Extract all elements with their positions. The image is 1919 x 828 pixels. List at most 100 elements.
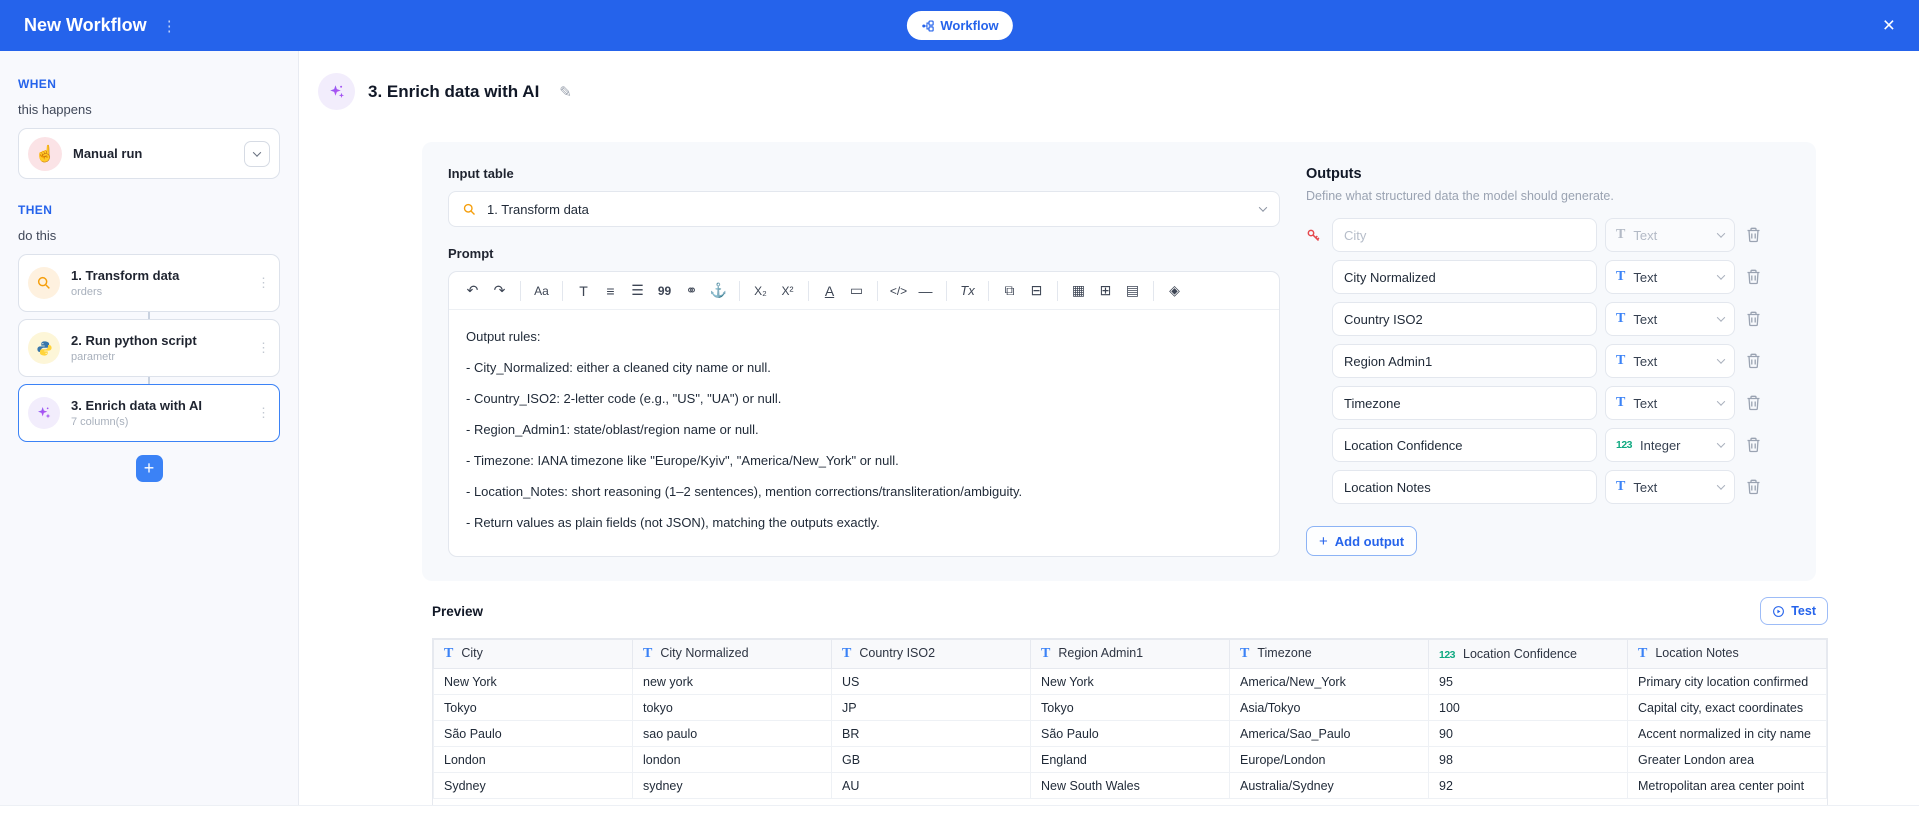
then-caption: do this (18, 228, 280, 243)
output-type-select[interactable]: TText (1605, 260, 1735, 294)
code-icon[interactable]: </> (886, 278, 911, 304)
table-row: TokyotokyoJPTokyoAsia/Tokyo100Capital ci… (434, 695, 1827, 721)
underline-icon[interactable]: A (817, 278, 842, 304)
align-icon[interactable]: ≡ (598, 278, 623, 304)
output-name-input[interactable] (1332, 428, 1597, 462)
output-field-row: T Text (1306, 302, 1788, 336)
sidebar-step-run-python-script[interactable]: 2. Run python script parametr ⋮ (18, 319, 280, 377)
close-icon[interactable]: × (1883, 15, 1895, 36)
when-section-label: WHEN (18, 77, 280, 91)
table-cell: 98 (1429, 747, 1628, 773)
output-type-label: Text (1633, 396, 1657, 411)
add-step-button[interactable]: + (136, 455, 163, 482)
output-name-input[interactable] (1332, 470, 1597, 504)
trigger-card-manual-run[interactable]: ☝ Manual run (18, 128, 280, 179)
font-size-icon[interactable]: Aa (529, 278, 554, 304)
chevron-down-icon (1717, 355, 1725, 363)
bullet-list-icon[interactable]: ☰ (625, 278, 650, 304)
output-type-label: Text (1633, 312, 1657, 327)
add-output-button[interactable]: + Add output (1306, 526, 1417, 556)
output-type-select[interactable]: TText (1605, 386, 1735, 420)
table-cell: JP (832, 695, 1031, 721)
blockquote-icon[interactable]: 99 (652, 278, 677, 304)
redo-icon[interactable]: ↷ (487, 278, 512, 304)
delete-output-button[interactable] (1746, 395, 1761, 411)
title-menu-icon[interactable]: ⋮ (162, 17, 177, 35)
text-style-icon[interactable]: T (571, 278, 596, 304)
column-name: City Normalized (660, 646, 748, 660)
column-name: Country ISO2 (859, 646, 935, 660)
input-table-select[interactable]: 1. Transform data (448, 191, 1280, 227)
anchor-icon[interactable]: ⚓ (706, 278, 731, 304)
when-caption: this happens (18, 102, 280, 117)
step-menu-icon[interactable]: ⋮ (257, 405, 270, 421)
copy-block-icon[interactable]: ⧉ (997, 278, 1022, 304)
subscript-icon[interactable]: X₂ (748, 278, 773, 304)
clear-formatting-icon[interactable]: Tx (955, 278, 980, 304)
column-name: Region Admin1 (1058, 646, 1143, 660)
page-title: 3. Enrich data with AI (368, 82, 539, 102)
ink-icon[interactable]: ◈ (1162, 278, 1187, 304)
table-cell: tokyo (633, 695, 832, 721)
trigger-expand-button[interactable] (244, 141, 270, 167)
table-cell: Australia/Sydney (1230, 773, 1429, 799)
link-icon[interactable]: ⚭ (679, 278, 704, 304)
horizontal-rule-icon[interactable]: — (913, 278, 938, 304)
test-button[interactable]: Test (1760, 597, 1828, 625)
step-subtitle: orders (71, 286, 179, 298)
superscript-icon[interactable]: X² (775, 278, 800, 304)
delete-output-button[interactable] (1746, 227, 1761, 243)
output-type-select[interactable]: TText (1605, 470, 1735, 504)
step-connector (148, 312, 150, 319)
table-cell: 92 (1429, 773, 1628, 799)
manual-run-icon: ☝ (28, 137, 62, 171)
prompt-line: - Country_ISO2: 2-letter code (e.g., "US… (466, 391, 1262, 407)
table-cell: England (1031, 747, 1230, 773)
then-section-label: THEN (18, 203, 280, 217)
undo-icon[interactable]: ↶ (460, 278, 485, 304)
edit-title-icon[interactable]: ✎ (559, 83, 572, 101)
step-menu-icon[interactable]: ⋮ (257, 340, 270, 356)
text-type-icon: T (1616, 479, 1625, 495)
output-name-input[interactable] (1332, 260, 1597, 294)
output-name-input[interactable] (1332, 386, 1597, 420)
toolbar-divider (808, 281, 809, 301)
table-icon[interactable]: ▦ (1066, 278, 1091, 304)
text-type-icon: T (1616, 311, 1625, 327)
toolbar-divider (520, 281, 521, 301)
delete-table-icon[interactable]: ▤ (1120, 278, 1145, 304)
output-name-input[interactable] (1332, 344, 1597, 378)
delete-output-button[interactable] (1746, 311, 1761, 327)
outputs-title: Outputs (1306, 166, 1788, 182)
table-cell: GB (832, 747, 1031, 773)
workflow-title: New Workflow (24, 15, 147, 36)
output-name-input[interactable] (1332, 302, 1597, 336)
table-cell: 95 (1429, 669, 1628, 695)
highlight-icon[interactable]: ▭ (844, 278, 869, 304)
table-cell: America/New_York (1230, 669, 1429, 695)
preview-body: New Yorknew yorkUSNew YorkAmerica/New_Yo… (434, 669, 1827, 799)
table-row: SydneysydneyAUNew South WalesAustralia/S… (434, 773, 1827, 799)
sidebar-step-enrich-data-with-ai[interactable]: 3. Enrich data with AI 7 column(s) ⋮ (18, 384, 280, 442)
insert-row-icon[interactable]: ⊞ (1093, 278, 1118, 304)
sidebar-step-transform-data[interactable]: 1. Transform data orders ⋮ (18, 254, 280, 312)
delete-output-button[interactable] (1746, 479, 1761, 495)
minus-box-icon[interactable]: ⊟ (1024, 278, 1049, 304)
step-title: 1. Transform data (71, 268, 179, 283)
output-field-row: TText (1306, 386, 1788, 420)
step-menu-icon[interactable]: ⋮ (257, 275, 270, 291)
output-type-select[interactable]: T Text (1605, 302, 1735, 336)
workflow-mode-button[interactable]: Workflow (906, 11, 1012, 40)
output-type-label: Integer (1640, 438, 1680, 453)
table-cell: Accent normalized in city name (1628, 721, 1827, 747)
delete-output-button[interactable] (1746, 353, 1761, 369)
prompt-line: - Region_Admin1: state/oblast/region nam… (466, 422, 1262, 438)
delete-output-button[interactable] (1746, 437, 1761, 453)
output-type-select[interactable]: 123Integer (1605, 428, 1735, 462)
text-type-icon: T (1041, 646, 1050, 661)
prompt-editor[interactable]: Output rules:- City_Normalized: either a… (449, 310, 1279, 556)
output-type-select[interactable]: TText (1605, 344, 1735, 378)
delete-output-button[interactable] (1746, 269, 1761, 285)
output-type-select[interactable]: TText (1605, 218, 1735, 252)
output-name-input[interactable] (1332, 218, 1597, 252)
